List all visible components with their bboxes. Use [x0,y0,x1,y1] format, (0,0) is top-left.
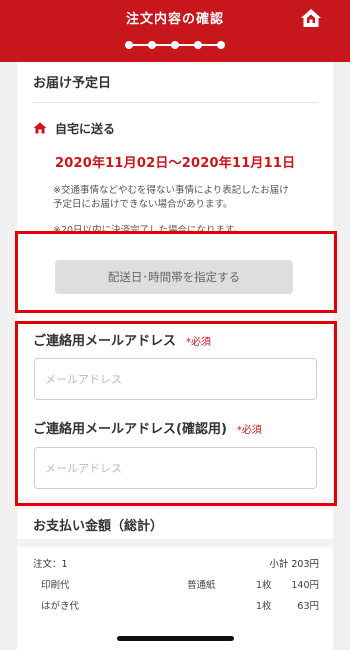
step-dot [148,41,156,49]
page-title: 注文内容の確認 [125,12,224,27]
line-item: 印刷代 普通紙 1枚 140円 [41,577,319,591]
home-icon[interactable] [300,8,322,28]
item-qty: 1枚 [256,601,272,612]
highlight-box-email [15,321,337,506]
step-dot [194,41,202,49]
app-header: 注文内容の確認 [0,0,350,62]
item-name: 印刷代 [41,580,70,591]
step-dot [217,41,225,49]
progress-steps [125,40,225,50]
ship-to-home: 自宅に送る [33,119,115,137]
step-dot [171,41,179,49]
highlight-box-date [15,231,337,313]
payment-section-title: お支払い金額（総計） [33,519,164,534]
line-item: はがき代 1枚 63円 [41,598,319,612]
order-label: 注文：1 [33,559,68,570]
ship-to-label: 自宅に送る [55,121,116,136]
step-dot [125,41,133,49]
order-summary-row: 注文：1 小計 203円 [33,556,319,570]
item-price: 63円 [297,601,319,612]
delivery-note: ※交通事情などやむを得ない事情により表記したお届け予定日にお届けできない場合があ… [53,185,289,210]
item-type: 普通紙 [187,580,216,591]
delivery-section-title: お届け予定日 [33,76,112,91]
item-qty: 1枚 [256,580,272,591]
item-name: はがき代 [41,601,80,612]
delivery-date-range: 2020年11月02日〜2020年11月11日 [55,156,296,171]
item-price: 140円 [291,580,319,591]
home-indicator [117,636,234,641]
subtotal: 小計 203円 [269,559,319,570]
house-icon [33,122,47,134]
section-separator [17,539,333,547]
divider [33,102,318,103]
